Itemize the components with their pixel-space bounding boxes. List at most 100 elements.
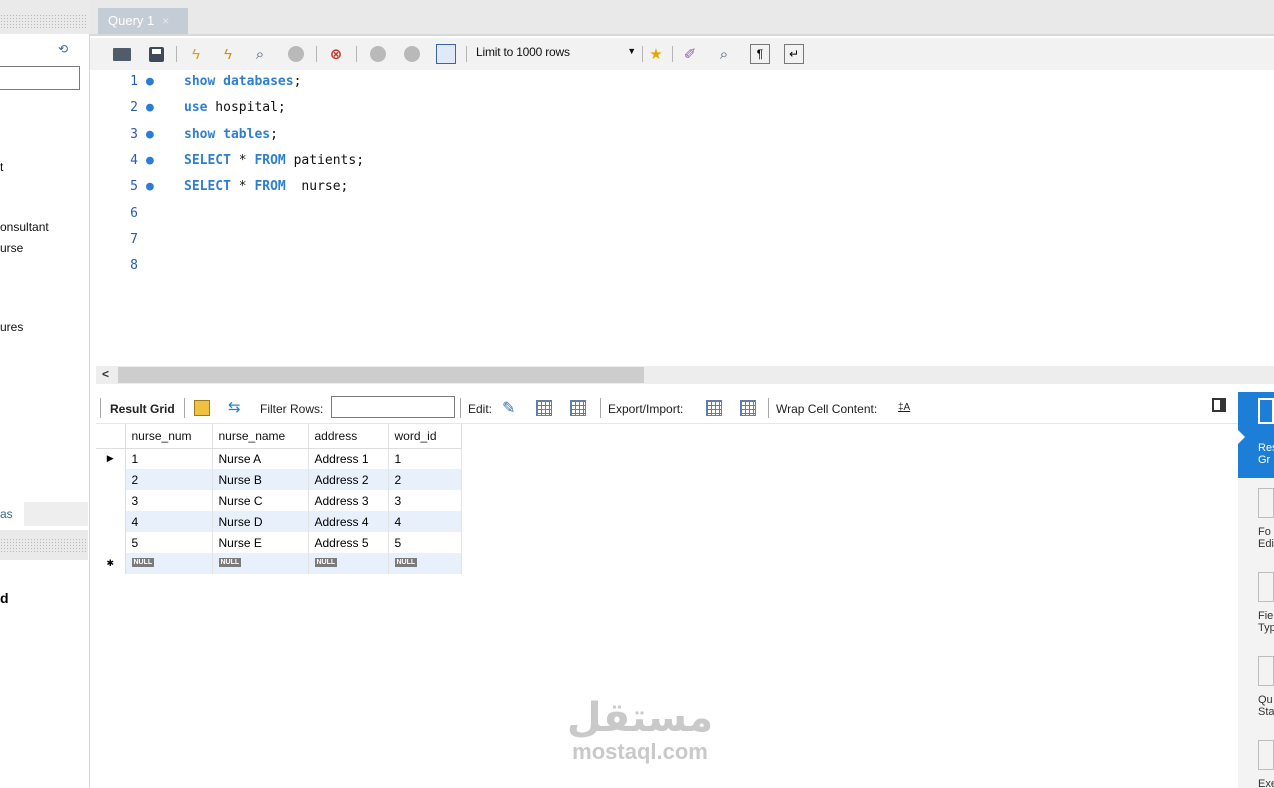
invisible-chars-button[interactable]: ¶ xyxy=(750,44,770,64)
table-cell[interactable]: Nurse C xyxy=(212,490,309,511)
result-grid[interactable]: nurse_num nurse_name address word_id ▶ 1 N… xyxy=(96,424,462,574)
execute-button[interactable]: ϟ xyxy=(186,44,206,64)
tree-item[interactable]: ures xyxy=(0,320,23,334)
lightning-cursor-icon: ϟ xyxy=(224,45,232,63)
table-row[interactable]: 4 Nurse D Address 44 xyxy=(96,511,462,532)
row-limit-select[interactable]: Limit to 1000 rows ▼ xyxy=(476,45,638,65)
table-cell[interactable]: 1 xyxy=(388,448,462,469)
column-header[interactable]: address xyxy=(308,424,389,449)
side-tab-label: Res Gr xyxy=(1258,442,1274,466)
table-cell[interactable]: 1 xyxy=(125,448,213,469)
row-header[interactable] xyxy=(96,469,126,490)
explain-button[interactable]: ⌕ xyxy=(250,44,270,64)
sql-keyword: FROM xyxy=(254,152,286,168)
table-cell[interactable]: 3 xyxy=(125,490,213,511)
table-cell[interactable]: 5 xyxy=(388,532,462,553)
error-toggle-button[interactable]: ⊗ xyxy=(326,44,346,64)
result-grid-label[interactable]: Result Grid xyxy=(110,402,175,416)
table-row[interactable]: 2 Nurse B Address 22 xyxy=(96,469,462,490)
tab-query-1[interactable]: Query 1 × xyxy=(98,8,188,34)
open-file-button[interactable] xyxy=(112,44,132,64)
wrap-cell-label: Wrap Cell Content: xyxy=(776,402,878,416)
table-row[interactable]: ▶ 1 Nurse A Address 11 xyxy=(96,448,462,469)
table-cell[interactable]: Address 2 xyxy=(308,469,389,490)
tab-schemas[interactable]: as xyxy=(0,502,24,526)
table-cell[interactable]: Address 1 xyxy=(308,448,389,469)
table-cell[interactable]: Address 4 xyxy=(308,511,389,532)
wrap-lines-button[interactable]: ↵ xyxy=(784,44,804,64)
row-header[interactable]: ✱ xyxy=(96,553,126,574)
delete-row-icon[interactable] xyxy=(570,400,586,416)
grid-view-icon[interactable] xyxy=(194,400,210,416)
scrollbar-thumb[interactable] xyxy=(118,367,644,383)
row-header[interactable]: ▶ xyxy=(96,448,126,469)
side-tab-execution-plan[interactable]: Exec xyxy=(1258,740,1274,788)
refresh-icon[interactable]: ⇆ xyxy=(228,398,241,416)
table-cell[interactable]: 5 xyxy=(125,532,213,553)
new-row[interactable]: ✱ NULL NULL NULL NULL xyxy=(96,553,462,574)
table-cell[interactable]: 4 xyxy=(125,511,213,532)
side-tab-result-grid[interactable]: Res Gr xyxy=(1238,392,1274,478)
side-tab-field-types[interactable]: Fie Typ xyxy=(1258,572,1274,634)
row-header[interactable] xyxy=(96,490,126,511)
result-side-panel: Res Gr Fo Edi Fie Typ Qu Sta Exec xyxy=(1238,392,1274,788)
refresh-icon[interactable]: ⟲ xyxy=(58,42,68,56)
row-header[interactable] xyxy=(96,532,126,553)
toggle-side-panel-icon[interactable] xyxy=(1212,398,1226,412)
insert-row-icon[interactable] xyxy=(536,400,552,416)
commit-button[interactable] xyxy=(368,44,388,64)
tree-item[interactable]: t xyxy=(0,160,3,174)
table-row[interactable]: 3 Nurse C Address 33 xyxy=(96,490,462,511)
line-number: 8 xyxy=(130,258,138,274)
add-snippet-button[interactable]: ★ xyxy=(646,44,666,64)
schema-search-input[interactable] xyxy=(0,66,80,90)
table-cell[interactable]: 4 xyxy=(388,511,462,532)
table-cell[interactable]: Address 5 xyxy=(308,532,389,553)
execute-current-button[interactable]: ϟ xyxy=(218,44,238,64)
side-tab-form-editor[interactable]: Fo Edi xyxy=(1258,488,1274,550)
side-tab-query-stats[interactable]: Qu Sta xyxy=(1258,656,1274,718)
code-text: SELECT * FROM nurse; xyxy=(184,179,348,194)
table-cell[interactable]: Nurse A xyxy=(212,448,309,469)
filter-rows-label: Filter Rows: xyxy=(260,402,324,416)
scroll-left-icon[interactable]: < xyxy=(102,367,109,381)
column-header[interactable]: word_id xyxy=(388,424,462,449)
import-icon[interactable] xyxy=(740,400,756,416)
close-icon[interactable]: × xyxy=(162,14,169,28)
table-cell[interactable]: 3 xyxy=(388,490,462,511)
beautify-button[interactable]: ✐ xyxy=(680,44,700,64)
edit-row-icon[interactable]: ✎ xyxy=(502,398,515,418)
table-cell[interactable]: NULL xyxy=(388,553,462,574)
statement-marker-icon: ● xyxy=(146,152,154,168)
table-cell[interactable]: 2 xyxy=(388,469,462,490)
sql-editor[interactable]: 1 ● show databases; 2 ● use hospital; 3 ● show t… xyxy=(96,72,1274,364)
tree-item[interactable]: urse xyxy=(0,241,23,255)
export-icon[interactable] xyxy=(706,400,722,416)
tree-item[interactable]: onsultant xyxy=(0,220,49,234)
table-cell[interactable]: 2 xyxy=(125,469,213,490)
column-header[interactable]: nurse_name xyxy=(212,424,309,449)
rollback-button[interactable] xyxy=(402,44,422,64)
table-cell[interactable]: NULL xyxy=(212,553,309,574)
editor-horizontal-scrollbar[interactable]: < xyxy=(96,366,1274,384)
table-row[interactable]: 5 Nurse E Address 55 xyxy=(96,532,462,553)
column-header[interactable]: nurse_num xyxy=(125,424,213,449)
stop-button[interactable] xyxy=(286,44,306,64)
table-cell[interactable]: Nurse B xyxy=(212,469,309,490)
wrap-cell-icon[interactable]: ‡A xyxy=(898,402,910,413)
table-cell[interactable]: NULL xyxy=(308,553,389,574)
table-cell[interactable]: NULL xyxy=(125,553,213,574)
find-button[interactable]: ⌕ xyxy=(714,44,734,64)
code-text: show tables; xyxy=(184,127,278,142)
sql-keyword: use xyxy=(184,100,208,116)
row-header[interactable] xyxy=(96,511,126,532)
toolbar-separator xyxy=(460,398,461,418)
table-cell[interactable]: Nurse D xyxy=(212,511,309,532)
edit-label: Edit: xyxy=(468,402,493,416)
form-editor-icon xyxy=(1258,488,1274,518)
table-cell[interactable]: Address 3 xyxy=(308,490,389,511)
filter-rows-input[interactable] xyxy=(331,396,455,418)
save-button[interactable] xyxy=(146,44,166,64)
table-cell[interactable]: Nurse E xyxy=(212,532,309,553)
autocommit-toggle[interactable] xyxy=(436,44,456,64)
